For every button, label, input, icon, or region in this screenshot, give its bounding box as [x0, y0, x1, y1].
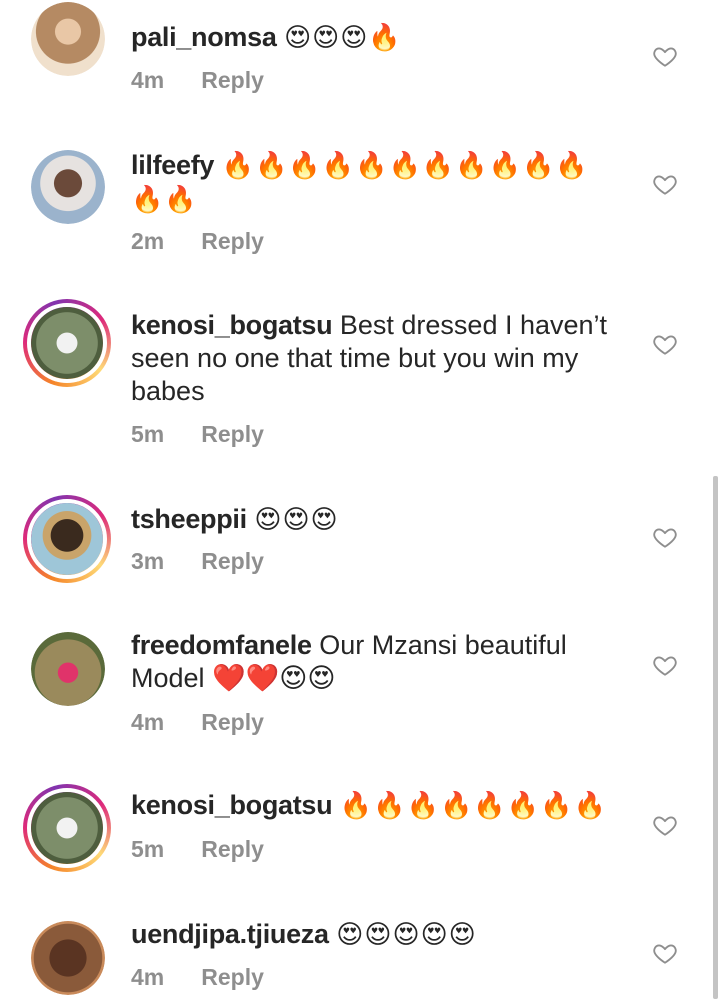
comment-timestamp: 5m — [131, 836, 165, 862]
reply-button[interactable]: Reply — [201, 836, 264, 862]
heart-outline-icon[interactable] — [652, 171, 678, 197]
comment-username[interactable]: kenosi_bogatsu — [131, 790, 333, 820]
avatar-image — [31, 150, 105, 224]
reply-button[interactable]: Reply — [201, 421, 264, 447]
avatar-image — [31, 503, 103, 575]
heart-outline-icon[interactable] — [652, 812, 678, 838]
heart-outline-icon[interactable] — [652, 331, 678, 357]
avatar-with-story-ring[interactable] — [23, 495, 111, 583]
avatar-image — [31, 921, 105, 995]
reply-button[interactable]: Reply — [201, 548, 264, 574]
heart-outline-icon[interactable] — [652, 940, 678, 966]
comment-username[interactable]: lilfeefy — [131, 150, 214, 180]
comment-username[interactable]: tsheeppii — [131, 504, 247, 534]
heart-outline-icon[interactable] — [652, 652, 678, 678]
comment-timestamp: 2m — [131, 228, 165, 254]
avatar[interactable] — [31, 921, 105, 995]
avatar-image — [31, 2, 105, 76]
avatar-image — [31, 307, 103, 379]
avatar[interactable] — [31, 632, 105, 706]
reply-button[interactable]: Reply — [201, 964, 264, 990]
avatar-image — [31, 792, 103, 864]
avatar[interactable] — [31, 150, 105, 224]
reply-button[interactable]: Reply — [201, 709, 264, 735]
scrollbar[interactable] — [713, 476, 718, 999]
comment-text: 😍😍😍😍😍 — [336, 920, 477, 950]
comment-username[interactable]: freedomfanele — [131, 630, 312, 660]
comment-text: 😍😍😍🔥 — [284, 23, 402, 53]
avatar-with-story-ring[interactable] — [23, 299, 111, 387]
reply-button[interactable]: Reply — [201, 67, 264, 93]
comment-timestamp: 4m — [131, 709, 165, 735]
reply-button[interactable]: Reply — [201, 228, 264, 254]
comment-text: 🔥🔥🔥🔥🔥🔥🔥🔥 — [339, 791, 607, 821]
comment-username[interactable]: pali_nomsa — [131, 22, 277, 52]
heart-outline-icon[interactable] — [652, 43, 678, 69]
avatar-with-story-ring[interactable] — [23, 784, 111, 872]
heart-outline-icon[interactable] — [652, 524, 678, 550]
comment-text: 😍😍😍 — [254, 505, 339, 535]
comment-timestamp: 4m — [131, 964, 165, 990]
comment-username[interactable]: kenosi_bogatsu — [131, 310, 333, 340]
comment-timestamp: 3m — [131, 548, 165, 574]
comment-timestamp: 5m — [131, 421, 165, 447]
avatar-image — [31, 632, 105, 706]
avatar[interactable] — [31, 2, 105, 76]
comment-timestamp: 4m — [131, 67, 165, 93]
comment-username[interactable]: uendjipa.tjiueza — [131, 919, 329, 949]
